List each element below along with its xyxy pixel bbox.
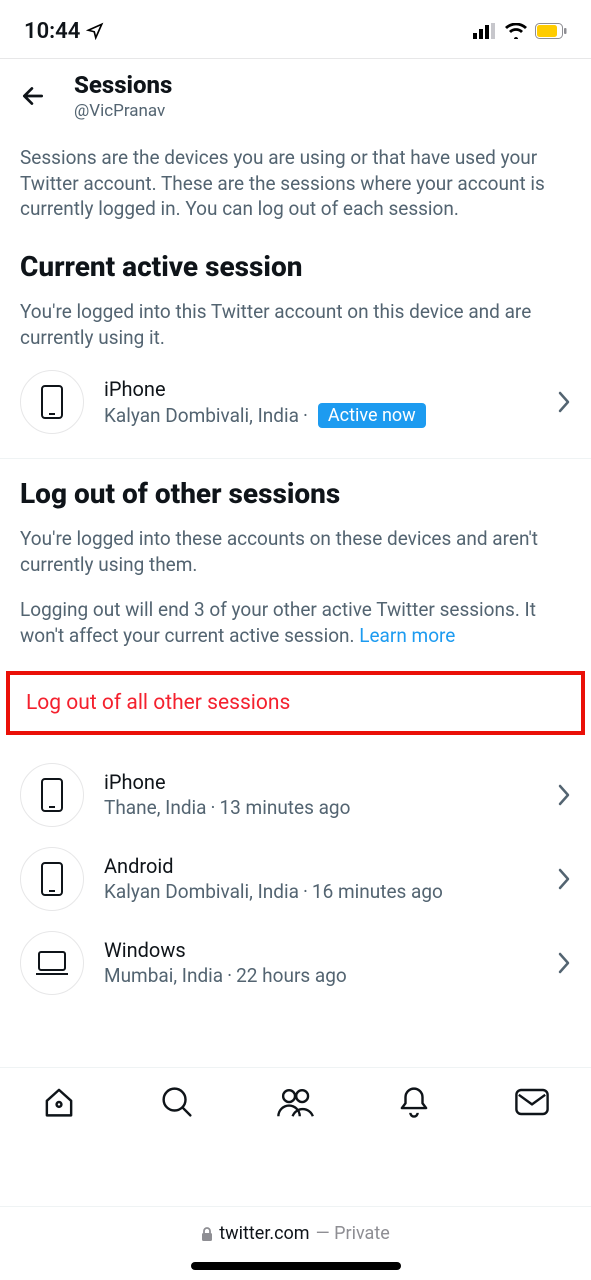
back-arrow-icon <box>20 83 46 109</box>
other-session-row[interactable]: AndroidKalyan Dombivali, India · 16 minu… <box>0 837 591 921</box>
session-time: 16 minutes ago <box>312 880 443 903</box>
session-device: Windows <box>104 938 537 962</box>
status-time-text: 10:44 <box>24 19 80 44</box>
current-session-desc: You're logged into this Twitter account … <box>0 289 591 360</box>
home-indicator[interactable] <box>191 1262 401 1270</box>
location-arrow-icon <box>86 22 104 40</box>
header-titles: Sessions @VicPranav <box>74 71 172 121</box>
device-icon-wrap <box>20 763 84 827</box>
lock-icon <box>201 1227 213 1241</box>
browser-private: — Private <box>316 1223 390 1244</box>
notifications-tab[interactable] <box>389 1077 439 1127</box>
chevron-right-icon <box>557 784 571 806</box>
session-meta: Thane, India · 13 minutes ago <box>104 796 537 819</box>
current-session-heading: Current active session <box>0 232 591 289</box>
session-time: 22 hours ago <box>236 964 347 987</box>
device-icon-wrap <box>20 847 84 911</box>
page-header: Sessions @VicPranav <box>0 59 591 135</box>
session-device: iPhone <box>104 377 537 401</box>
phone-icon <box>41 385 63 419</box>
session-device: Android <box>104 854 537 878</box>
session-meta: Kalyan Dombivali, India · Active now <box>104 403 537 428</box>
logout-all-button[interactable]: Log out of all other sessions <box>6 671 585 735</box>
cellular-signal-icon <box>473 23 497 39</box>
search-icon <box>160 1085 194 1119</box>
status-indicators <box>473 23 567 39</box>
phone-icon <box>41 862 63 896</box>
browser-domain: twitter.com <box>219 1223 309 1244</box>
session-meta: Kalyan Dombivali, India · 16 minutes ago <box>104 880 537 903</box>
back-button[interactable] <box>20 83 46 109</box>
device-icon-wrap <box>20 931 84 995</box>
learn-more-link[interactable]: Learn more <box>359 624 455 647</box>
session-meta: Mumbai, India · 22 hours ago <box>104 964 537 987</box>
bell-icon <box>397 1085 431 1119</box>
home-tab[interactable] <box>34 1077 84 1127</box>
chevron-right-icon <box>557 868 571 890</box>
device-icon-wrap <box>20 370 84 434</box>
status-bar: 10:44 <box>0 0 591 58</box>
session-location: Mumbai, India <box>104 964 223 987</box>
chevron-right-icon <box>557 952 571 974</box>
messages-tab[interactable] <box>507 1077 557 1127</box>
session-device: iPhone <box>104 770 537 794</box>
bottom-tab-bar <box>0 1067 591 1135</box>
people-icon <box>276 1085 314 1119</box>
session-info: iPhone Kalyan Dombivali, India · Active … <box>104 377 537 428</box>
chevron-right-icon <box>557 391 571 413</box>
status-time: 10:44 <box>24 19 104 44</box>
other-sessions-desc2: Logging out will end 3 of your other act… <box>0 587 591 658</box>
session-info: WindowsMumbai, India · 22 hours ago <box>104 938 537 987</box>
other-session-row[interactable]: iPhoneThane, India · 13 minutes ago <box>0 753 591 837</box>
other-sessions-desc1: You're logged into these accounts on the… <box>0 516 591 587</box>
session-location: Kalyan Dombivali, India <box>104 880 299 903</box>
laptop-icon <box>34 949 70 977</box>
battery-icon <box>535 23 567 39</box>
active-badge: Active now <box>318 403 426 428</box>
page-subtitle: @VicPranav <box>74 101 172 121</box>
session-time: 13 minutes ago <box>219 796 350 819</box>
phone-icon <box>41 778 63 812</box>
browser-bar: twitter.com — Private <box>0 1206 591 1280</box>
current-session-row[interactable]: iPhone Kalyan Dombivali, India · Active … <box>0 360 591 444</box>
session-info: iPhoneThane, India · 13 minutes ago <box>104 770 537 819</box>
home-icon <box>42 1085 76 1119</box>
session-info: AndroidKalyan Dombivali, India · 16 minu… <box>104 854 537 903</box>
browser-url[interactable]: twitter.com — Private <box>201 1223 390 1244</box>
other-session-row[interactable]: WindowsMumbai, India · 22 hours ago <box>0 921 591 1005</box>
other-sessions-heading: Log out of other sessions <box>0 459 591 516</box>
wifi-icon <box>505 23 527 39</box>
session-location: Thane, India <box>104 796 207 819</box>
page-title: Sessions <box>74 71 172 99</box>
session-location: Kalyan Dombivali, India <box>104 404 299 427</box>
envelope-icon <box>514 1087 550 1117</box>
search-tab[interactable] <box>152 1077 202 1127</box>
communities-tab[interactable] <box>270 1077 320 1127</box>
intro-text: Sessions are the devices you are using o… <box>0 135 591 232</box>
